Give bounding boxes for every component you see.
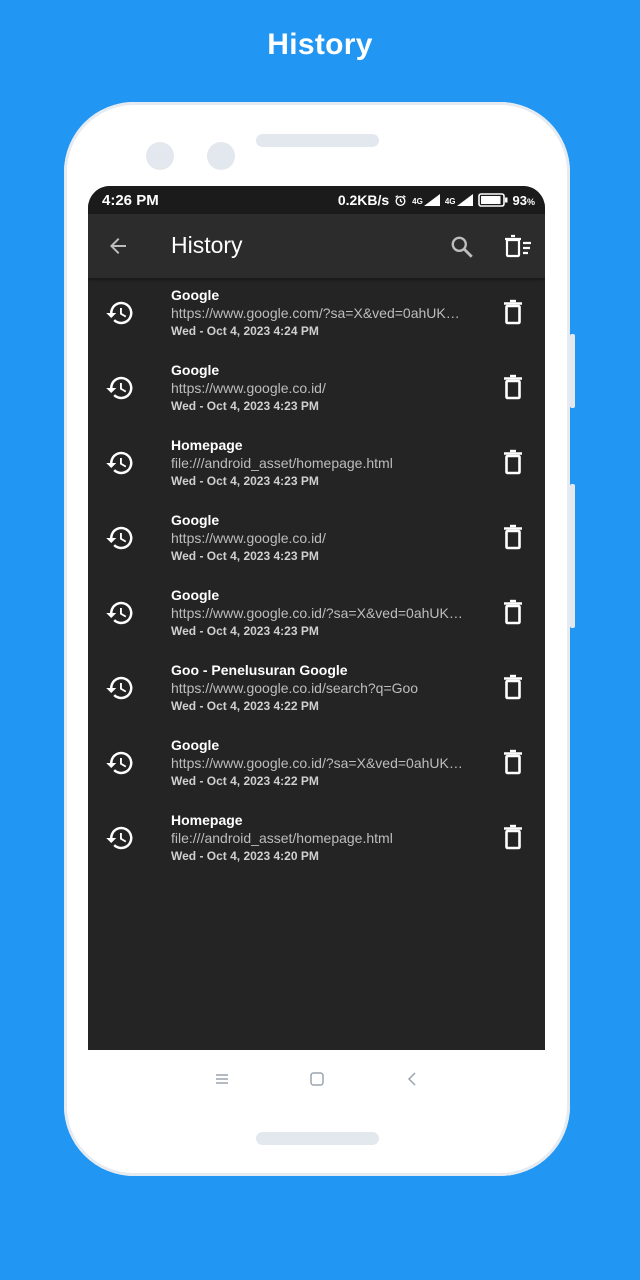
history-item-url: https://www.google.co.id/?sa=X&ved=0ahUK… (171, 605, 463, 621)
status-battery: 93% (512, 192, 535, 208)
history-item-url: https://www.google.co.id/ (171, 530, 326, 546)
menu-icon[interactable] (213, 1070, 231, 1088)
history-icon (105, 523, 135, 553)
history-item[interactable]: Google https://www.google.com/?sa=X&ved=0… (88, 278, 545, 353)
history-icon (105, 298, 135, 328)
phone-power-button (570, 484, 575, 628)
signal-icon: 4G (445, 194, 473, 206)
history-item-url: file:///android_asset/homepage.html (171, 830, 393, 846)
delete-icon[interactable] (502, 824, 524, 850)
history-item-url: file:///android_asset/homepage.html (171, 455, 393, 471)
history-item-time: Wed - Oct 4, 2023 4:23 PM (171, 399, 319, 413)
sim2-label: 4G (444, 197, 456, 206)
history-item-time: Wed - Oct 4, 2023 4:23 PM (171, 474, 319, 488)
history-icon (105, 748, 135, 778)
history-item-url: https://www.google.co.id/?sa=X&ved=0ahUK… (171, 755, 463, 771)
history-item[interactable]: Google https://www.google.co.id/?sa=X&ved… (88, 728, 545, 803)
history-item-time: Wed - Oct 4, 2023 4:23 PM (171, 549, 319, 563)
sim1-label: 4G (412, 197, 423, 206)
history-item-title: Homepage (171, 437, 243, 453)
status-time: 4:26 PM (102, 191, 159, 209)
alarm-icon (395, 194, 406, 206)
history-icon (105, 373, 135, 403)
history-item-title: Google (171, 512, 220, 528)
history-item[interactable]: Homepage file:///android_asset/homepage.h… (88, 803, 545, 878)
battery-icon (477, 193, 508, 207)
history-item-url: https://www.google.co.id/ (171, 380, 326, 396)
phone-camera-dot (146, 142, 174, 170)
history-item-title: Google (171, 587, 220, 603)
phone-home-bar (256, 1132, 379, 1145)
history-item[interactable]: Goo - Penelusuran Google https://www.goog… (88, 653, 545, 728)
history-item-url: https://www.google.com/?sa=X&ved=0ahUKE.… (171, 305, 463, 321)
history-item[interactable]: Homepage file:///android_asset/homepage.h… (88, 428, 545, 503)
history-item-time: Wed - Oct 4, 2023 4:22 PM (171, 699, 319, 713)
delete-icon[interactable] (502, 449, 524, 475)
delete-icon[interactable] (502, 674, 524, 700)
history-icon (105, 673, 135, 703)
promo-title: History (267, 28, 373, 61)
clear-all-icon[interactable] (504, 234, 532, 260)
back-icon[interactable] (404, 1070, 422, 1088)
app-screen: 4:26 PM 0.2KB/s 4G 4G 93% History Google… (88, 186, 545, 1050)
delete-icon[interactable] (502, 299, 524, 325)
history-item-title: Google (171, 737, 220, 753)
phone-sensor-dot (207, 142, 235, 170)
history-item-title: Homepage (171, 812, 243, 828)
history-icon (105, 448, 135, 478)
delete-icon[interactable] (502, 524, 524, 550)
history-item-title: Google (171, 362, 220, 378)
search-icon[interactable] (449, 234, 475, 260)
phone-volume-button (570, 334, 575, 408)
history-icon (105, 823, 135, 853)
history-item-time: Wed - Oct 4, 2023 4:24 PM (171, 324, 319, 338)
history-icon (105, 598, 135, 628)
delete-icon[interactable] (502, 749, 524, 775)
history-item-time: Wed - Oct 4, 2023 4:20 PM (171, 849, 319, 863)
app-toolbar: History (88, 214, 545, 278)
delete-icon[interactable] (502, 599, 524, 625)
history-item[interactable]: Google https://www.google.co.id/Wed - Oct… (88, 353, 545, 428)
system-nav-bar (88, 1050, 545, 1106)
signal-icon: 4G (412, 194, 440, 206)
history-item-url: https://www.google.co.id/search?q=Goo (171, 680, 419, 696)
history-item-time: Wed - Oct 4, 2023 4:22 PM (171, 774, 319, 788)
status-bar: 4:26 PM 0.2KB/s 4G 4G 93% (88, 186, 545, 214)
history-item[interactable]: Google https://www.google.co.id/?sa=X&ved… (88, 578, 545, 653)
history-item-time: Wed - Oct 4, 2023 4:23 PM (171, 624, 319, 638)
history-item-title: Goo - Penelusuran Google (171, 662, 348, 678)
page-title: History (171, 232, 243, 258)
delete-icon[interactable] (502, 374, 524, 400)
home-icon[interactable] (308, 1070, 326, 1088)
history-item[interactable]: Google https://www.google.co.id/Wed - Oct… (88, 503, 545, 578)
back-arrow-icon[interactable] (106, 234, 130, 258)
phone-speaker (256, 134, 379, 147)
status-net-speed: 0.2KB/s (337, 192, 390, 208)
history-item-title: Google (171, 287, 220, 303)
